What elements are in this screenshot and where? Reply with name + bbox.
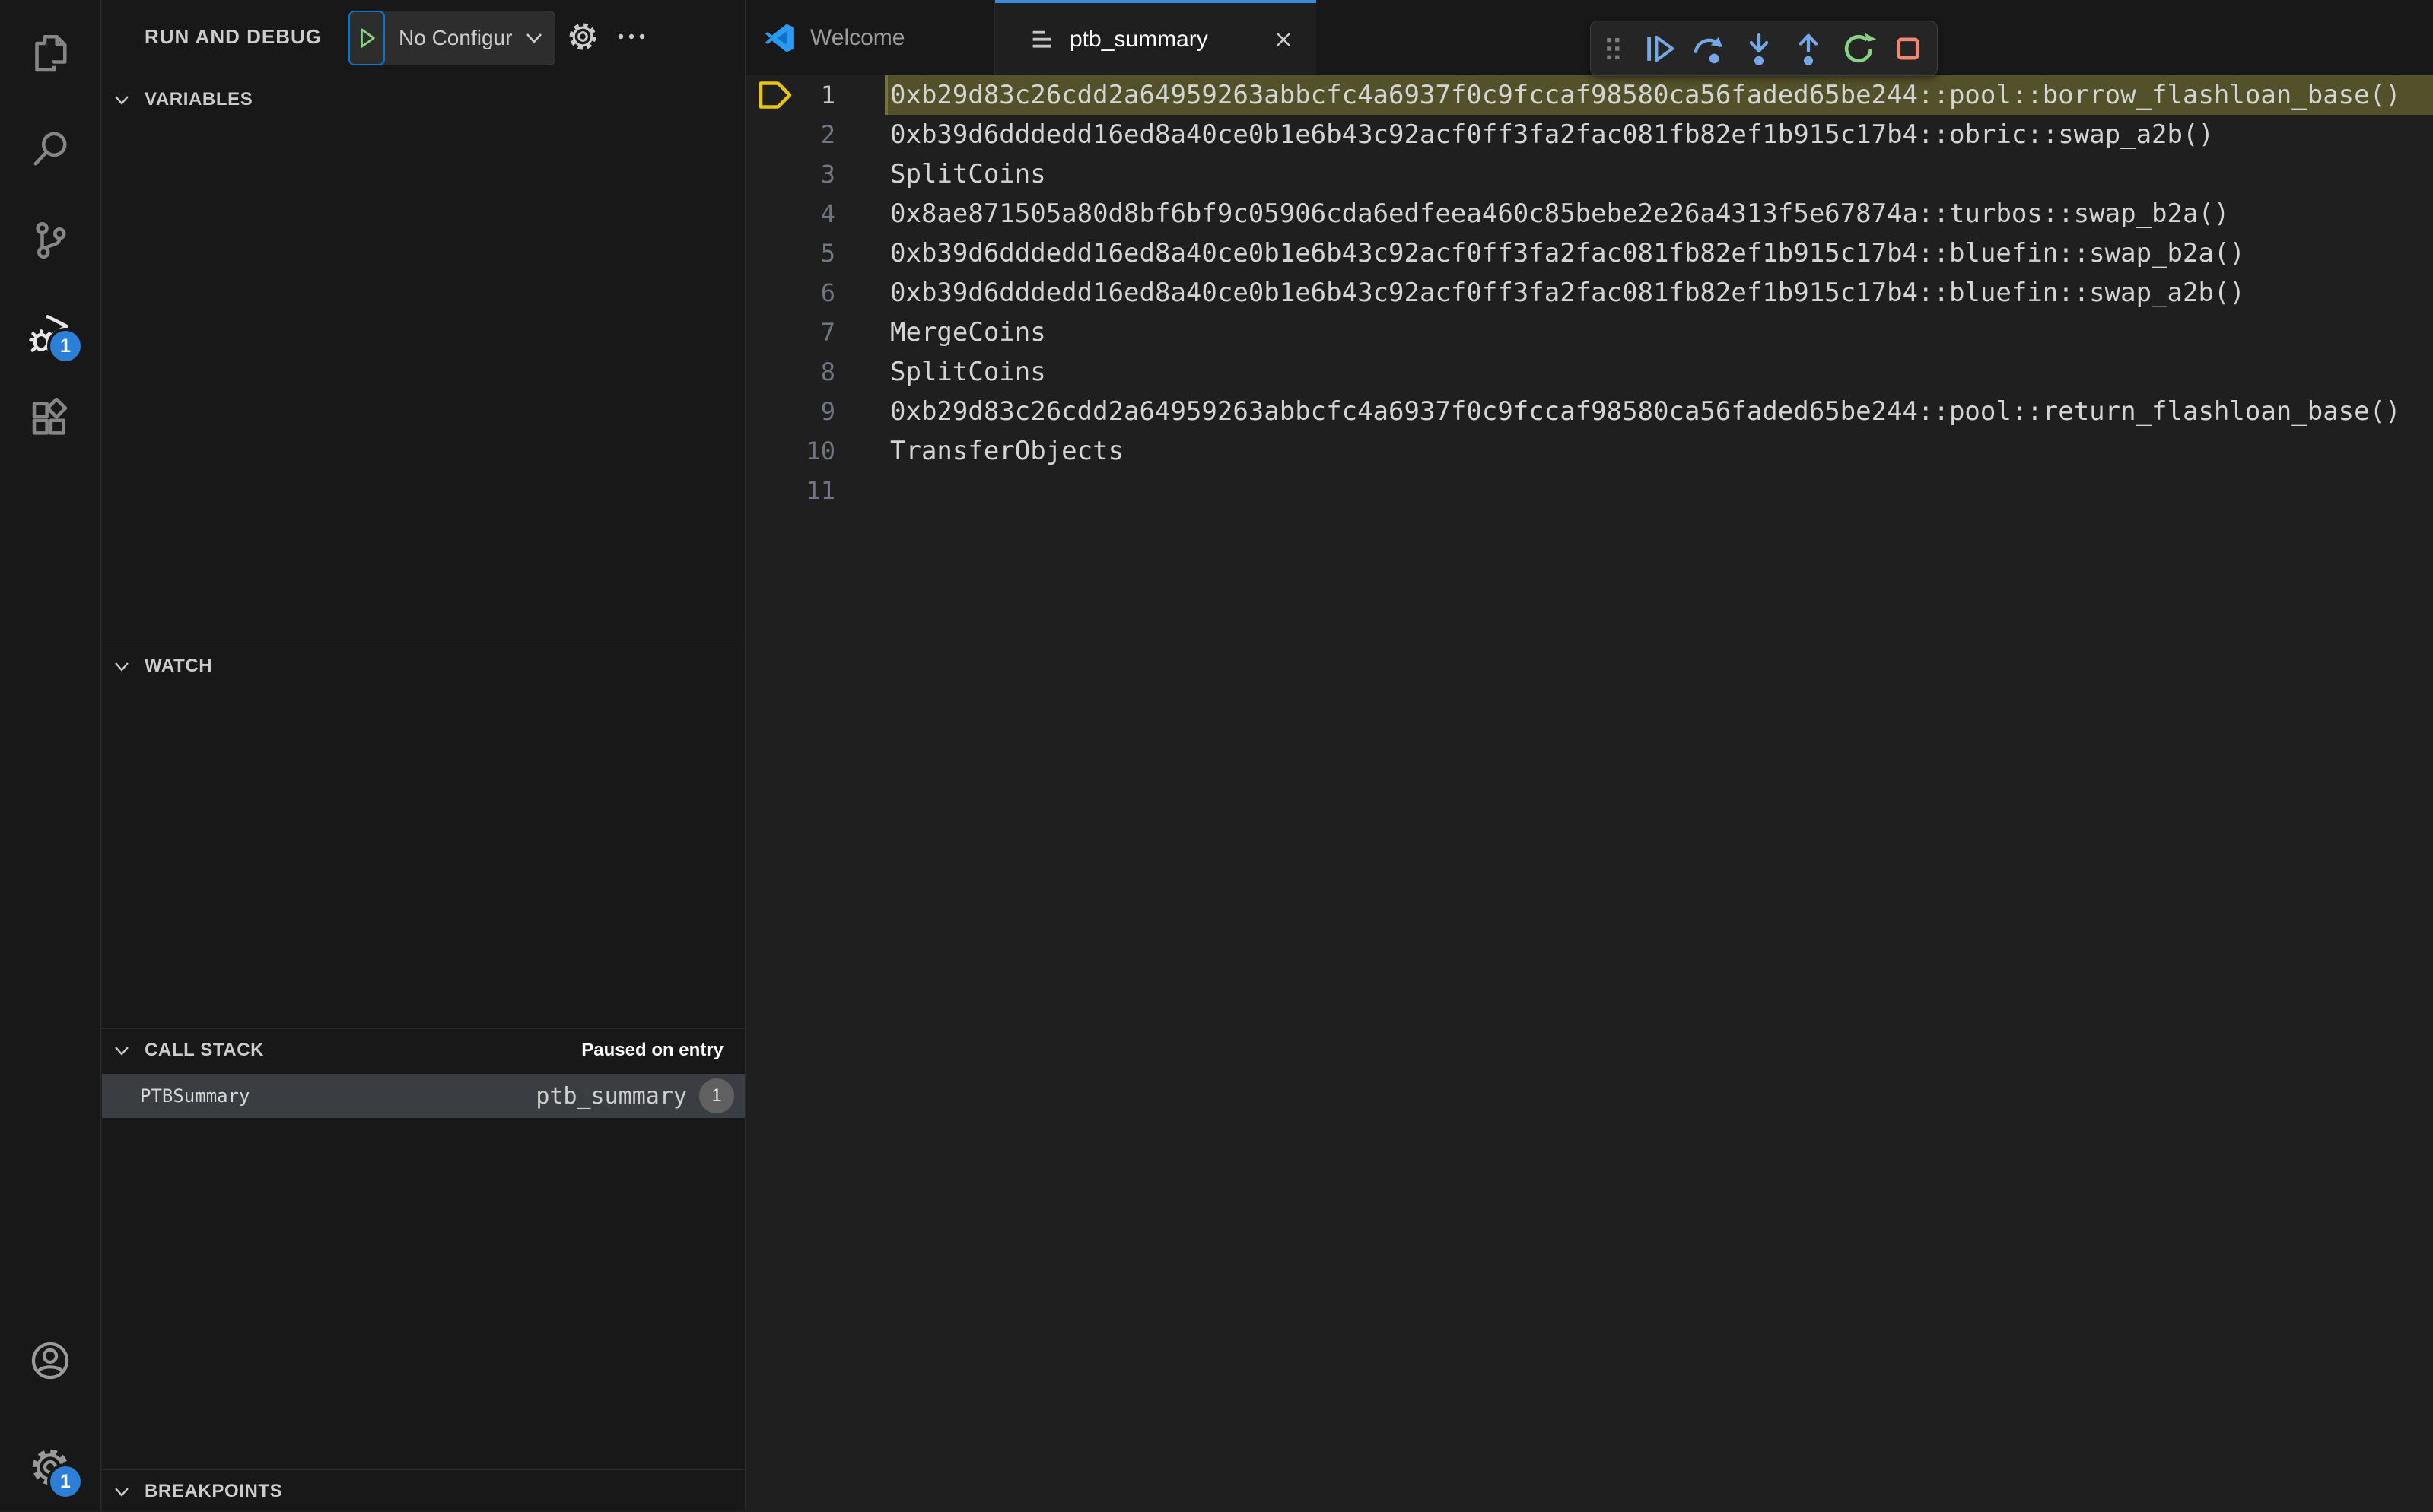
- run-and-debug-sidebar: RUN AND DEBUG No Configur VARIABLES WATC…: [102, 0, 746, 1510]
- editor-line[interactable]: 8 SplitCoins: [746, 352, 2433, 392]
- editor-line[interactable]: 5 0xb39d6dddedd16ed8a40ce0b1e6b43c92acf0…: [746, 233, 2433, 273]
- editor-region: Welcome ptb_summary 1 0xb29d83c26cdd2a64…: [746, 0, 2433, 1510]
- step-out-button[interactable]: [1790, 28, 1827, 69]
- editor-line[interactable]: 2 0xb39d6dddedd16ed8a40ce0b1e6b43c92acf0…: [746, 115, 2433, 154]
- gutter-glyph-margin[interactable]: [756, 199, 796, 229]
- source-control-icon[interactable]: [28, 218, 72, 262]
- editor-line[interactable]: 6 0xb39d6dddedd16ed8a40ce0b1e6b43c92acf0…: [746, 273, 2433, 313]
- line-text: 0xb39d6dddedd16ed8a40ce0b1e6b43c92acf0ff…: [890, 238, 2245, 268]
- gutter-glyph-margin[interactable]: [756, 436, 796, 466]
- line-text: 0xb39d6dddedd16ed8a40ce0b1e6b43c92acf0ff…: [890, 119, 2214, 150]
- section-label: CALL STACK: [145, 1040, 265, 1060]
- divider: [102, 1028, 745, 1029]
- stop-button[interactable]: [1890, 28, 1926, 69]
- play-icon: [361, 28, 375, 48]
- chevron-down-icon: [113, 1042, 131, 1063]
- editor-line[interactable]: 11: [746, 471, 2433, 510]
- debug-config-dropdown[interactable]: No Configur: [348, 11, 555, 65]
- gutter-glyph-margin[interactable]: [756, 159, 796, 189]
- section-header-variables[interactable]: VARIABLES: [102, 79, 745, 120]
- debug-settings-gear-icon[interactable]: [565, 18, 601, 55]
- tab-label: ptb_summary: [1070, 26, 1208, 52]
- activity-bar: 1 1: [0, 0, 101, 1510]
- vscode-logo-icon: [765, 23, 794, 52]
- current-frame-arrow-icon: [759, 81, 792, 109]
- pause-status: Paused on entry: [581, 1040, 724, 1060]
- extensions-icon[interactable]: [28, 397, 72, 441]
- chevron-down-icon: [113, 1483, 131, 1504]
- line-text: TransferObjects: [890, 436, 1124, 466]
- accounts-icon[interactable]: [28, 1339, 72, 1383]
- frame-name: PTBSummary: [140, 1085, 250, 1107]
- section-header-breakpoints[interactable]: BREAKPOINTS: [102, 1471, 745, 1512]
- frame-source: ptb_summary: [536, 1082, 687, 1110]
- debug-session-badge: 1: [47, 328, 84, 364]
- line-text: 0xb39d6dddedd16ed8a40ce0b1e6b43c92acf0ff…: [890, 278, 2245, 308]
- section-header-watch[interactable]: WATCH: [102, 646, 745, 687]
- editor-line[interactable]: 4 0x8ae871505a80d8bf6bf9c05906cda6edfeea…: [746, 194, 2433, 233]
- section-label: BREAKPOINTS: [145, 1481, 283, 1501]
- sidebar-title: RUN AND DEBUG: [145, 25, 323, 48]
- section-label: VARIABLES: [145, 89, 253, 110]
- settings-badge: 1: [47, 1463, 84, 1500]
- gutter-glyph-margin[interactable]: [756, 475, 796, 506]
- gutter-glyph-margin[interactable]: [756, 238, 796, 268]
- section-label: WATCH: [145, 656, 213, 676]
- editor-line[interactable]: 10 TransferObjects: [746, 431, 2433, 471]
- editor-code[interactable]: 1 0xb29d83c26cdd2a64959263abbcfc4a6937f0…: [746, 75, 2433, 510]
- editor-line[interactable]: 3 SplitCoins: [746, 154, 2433, 194]
- step-over-button[interactable]: [1690, 28, 1727, 69]
- more-actions-icon[interactable]: [613, 18, 650, 55]
- step-into-button[interactable]: [1741, 28, 1777, 69]
- toolbar-drag-gripper[interactable]: [1601, 28, 1627, 69]
- search-icon[interactable]: [28, 127, 72, 171]
- tab-ptb-summary[interactable]: ptb_summary: [995, 0, 1316, 75]
- debug-toolbar: [1590, 21, 1938, 76]
- debug-config-label: No Configur: [399, 26, 513, 49]
- call-stack-frame-row[interactable]: PTBSummary ptb_summary 1: [102, 1074, 745, 1118]
- divider: [102, 1469, 745, 1470]
- line-text: 0xb29d83c26cdd2a64959263abbcfc4a6937f0c9…: [890, 396, 2401, 427]
- line-text: MergeCoins: [890, 317, 1046, 348]
- section-header-call-stack[interactable]: CALL STACK Paused on entry: [102, 1030, 745, 1071]
- close-tab-icon[interactable]: [1269, 25, 1298, 54]
- tab-label: Welcome: [810, 24, 905, 50]
- gutter-glyph-margin[interactable]: [756, 80, 796, 110]
- editor-line[interactable]: 7 MergeCoins: [746, 313, 2433, 352]
- gutter-glyph-margin[interactable]: [756, 357, 796, 387]
- gutter-glyph-margin[interactable]: [756, 396, 796, 427]
- chevron-down-icon: [113, 91, 131, 112]
- gutter-glyph-margin[interactable]: [756, 317, 796, 348]
- line-text: SplitCoins: [890, 159, 1046, 189]
- gutter-glyph-margin[interactable]: [756, 278, 796, 308]
- start-debugging-button[interactable]: [348, 11, 385, 65]
- editor-line[interactable]: 9 0xb29d83c26cdd2a64959263abbcfc4a6937f0…: [746, 392, 2433, 431]
- line-text: 0xb29d83c26cdd2a64959263abbcfc4a6937f0c9…: [890, 80, 2401, 110]
- continue-button[interactable]: [1641, 28, 1678, 69]
- gutter-glyph-margin[interactable]: [756, 119, 796, 150]
- chevron-down-icon: [113, 658, 131, 678]
- restart-button[interactable]: [1840, 28, 1877, 69]
- chevron-down-icon: [523, 28, 545, 52]
- file-list-icon: [1032, 30, 1051, 48]
- tab-welcome[interactable]: Welcome: [746, 0, 995, 75]
- frame-count-badge: 1: [699, 1078, 734, 1113]
- line-text: 0x8ae871505a80d8bf6bf9c05906cda6edfeea46…: [890, 199, 2230, 229]
- explorer-icon[interactable]: [28, 32, 72, 76]
- line-text: SplitCoins: [890, 357, 1046, 387]
- editor-line[interactable]: 1 0xb29d83c26cdd2a64959263abbcfc4a6937f0…: [746, 75, 2433, 115]
